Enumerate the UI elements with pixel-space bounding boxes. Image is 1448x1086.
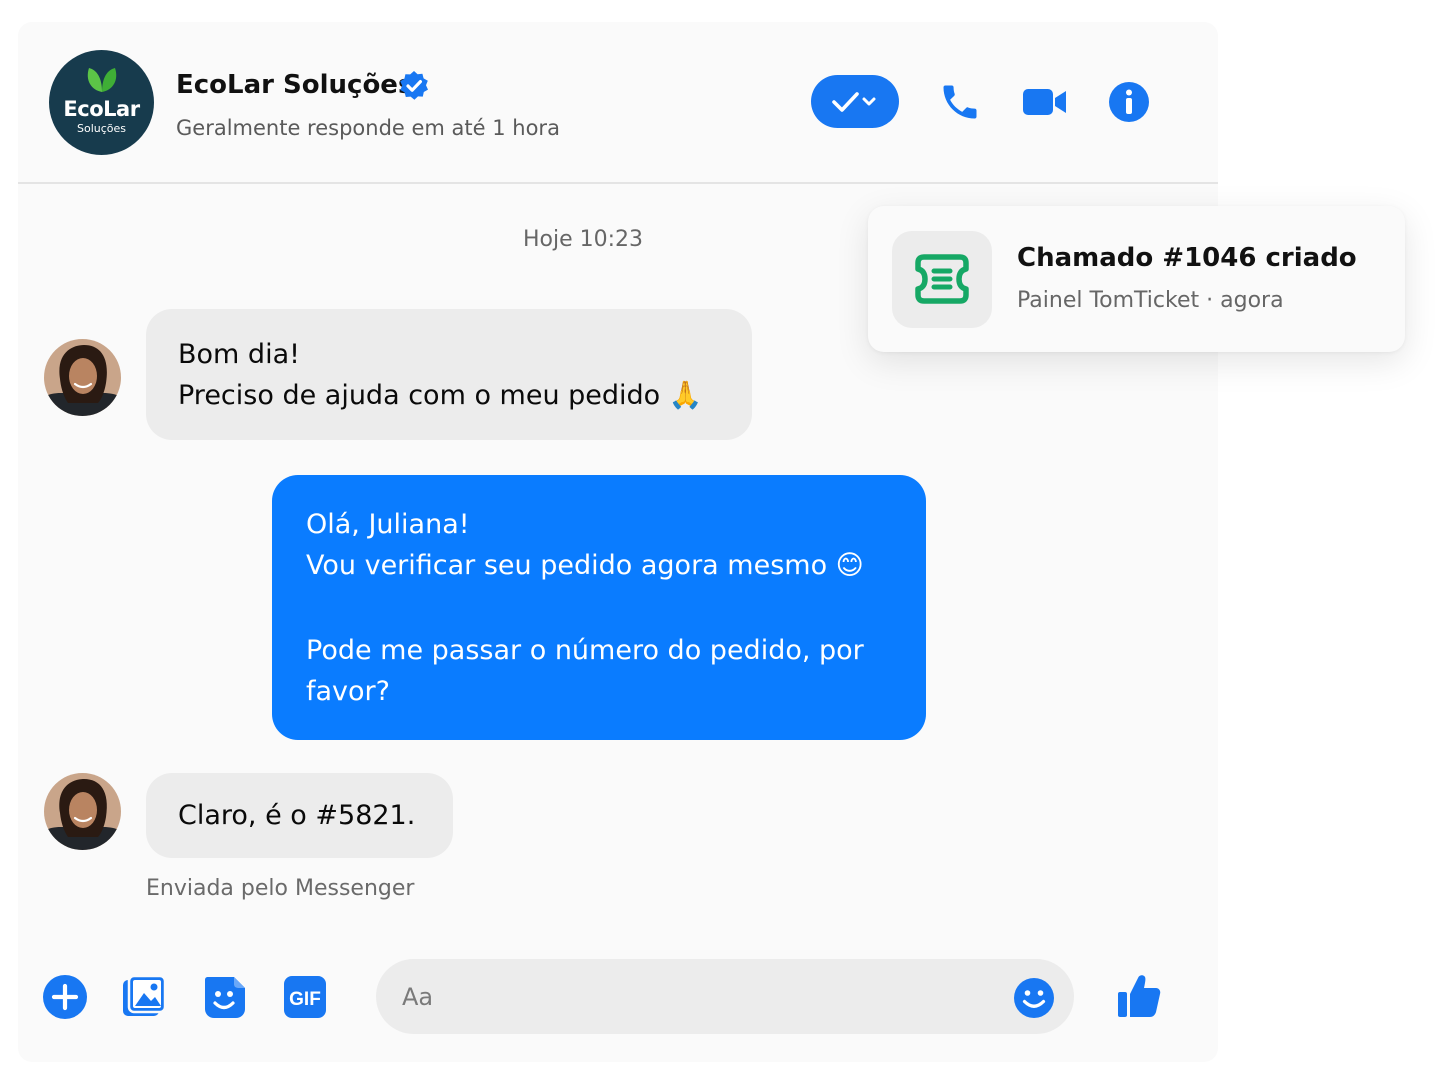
attach-photo-button[interactable] (121, 974, 167, 1020)
more-actions-button[interactable] (42, 974, 88, 1020)
message-line: Claro, é o #5821. (178, 800, 416, 831)
info-icon (1109, 82, 1149, 122)
conversation-info-button[interactable] (1107, 80, 1151, 124)
company-name[interactable]: EcoLar Soluções (176, 70, 413, 100)
send-like-button[interactable] (1116, 972, 1162, 1024)
gif-button[interactable]: GIF (282, 974, 328, 1020)
message-bubble-incoming[interactable]: Bom dia! Preciso de ajuda com o meu pedi… (146, 309, 752, 440)
video-call-button[interactable] (1022, 80, 1066, 124)
notification-source: Painel TomTicket (1017, 288, 1200, 313)
contact-avatar[interactable] (44, 773, 121, 850)
leaf-icon (87, 68, 117, 92)
emoji-button[interactable] (1013, 977, 1055, 1023)
message-line: Vou verificar seu pedido agora mesmo 😊 (306, 550, 864, 581)
message-line: Bom dia! (178, 339, 300, 370)
chat-header: EcoLar Soluções EcoLar Soluções Geralmen… (18, 22, 1218, 184)
phone-call-button[interactable] (938, 80, 982, 124)
message-bubble-outgoing[interactable]: Olá, Juliana! Vou verificar seu pedido a… (272, 475, 926, 740)
mark-status-dropdown-button[interactable] (811, 75, 899, 128)
logo-tagline: Soluções (76, 122, 127, 135)
gallery-icon (123, 974, 167, 1016)
notification-time: agora (1220, 288, 1284, 313)
ticket-notification-card[interactable]: Chamado #1046 criado Painel TomTicket · … (868, 206, 1405, 352)
company-logo[interactable]: EcoLar Soluções (49, 50, 154, 155)
message-input[interactable] (376, 959, 1074, 1034)
message-line: Pode me passar o número do pedido, por (306, 635, 864, 666)
phone-icon (943, 85, 977, 119)
message-paragraph-break (306, 586, 892, 630)
message-line: Olá, Juliana! (306, 509, 470, 540)
plus-icon (43, 975, 87, 1019)
notification-separator: · (1206, 288, 1214, 313)
svg-text:GIF: GIF (289, 989, 321, 1010)
video-camera-icon (1023, 89, 1066, 115)
check-chevron-icon (832, 92, 876, 112)
ticket-icon (915, 254, 969, 304)
notification-title: Chamado #1046 criado (1017, 243, 1357, 273)
smiley-icon (1014, 978, 1054, 1018)
contact-photo (44, 773, 121, 850)
notification-meta: Painel TomTicket · agora (1017, 288, 1284, 313)
chat-window: EcoLar Soluções EcoLar Soluções Geralmen… (18, 22, 1218, 1062)
response-time-status: Geralmente responde em até 1 hora (176, 116, 560, 140)
message-bubble-incoming[interactable]: Claro, é o #5821. (146, 773, 453, 858)
ticket-icon-container (892, 231, 992, 328)
sticker-icon (205, 977, 245, 1018)
contact-photo (44, 339, 121, 416)
contact-avatar[interactable] (44, 339, 121, 416)
delivery-note: Enviada pelo Messenger (146, 876, 415, 901)
sticker-button[interactable] (202, 974, 248, 1020)
thumbs-up-icon (1118, 975, 1161, 1017)
message-line: favor? (306, 676, 390, 707)
gif-icon: GIF (284, 976, 326, 1018)
logo-wordmark: EcoLar (63, 97, 140, 121)
message-line: Preciso de ajuda com o meu pedido 🙏 (178, 380, 703, 411)
verified-badge-icon (400, 71, 428, 100)
